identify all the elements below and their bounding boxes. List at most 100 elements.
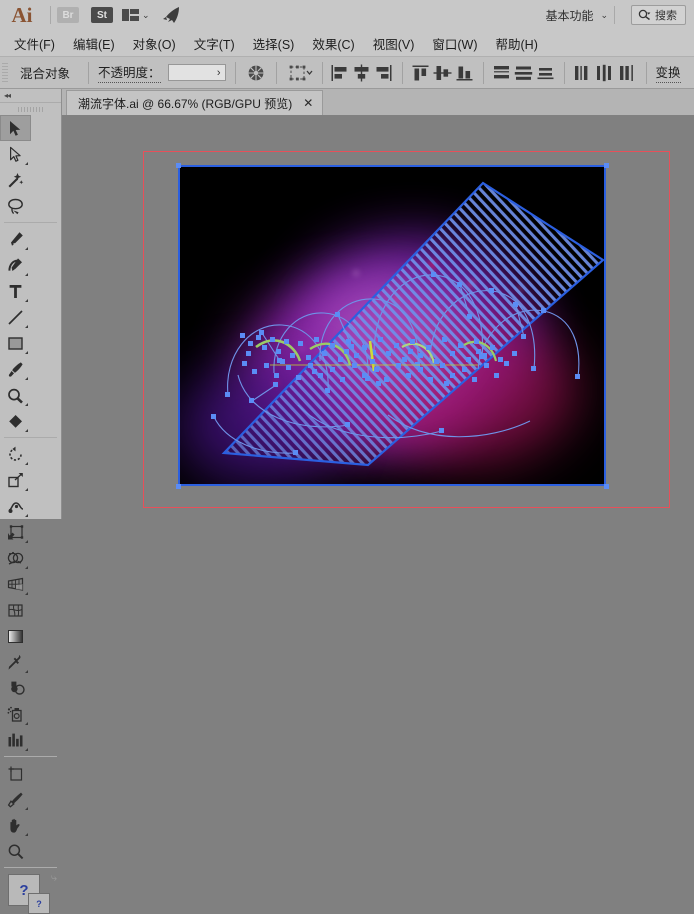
align-bottom-icon xyxy=(455,64,474,82)
search-input[interactable]: 搜索 xyxy=(631,5,686,25)
pen-nib-icon xyxy=(8,231,24,248)
bbox-handle-bottom-right[interactable] xyxy=(604,484,609,489)
line-segment-icon xyxy=(7,309,24,326)
align-bottom-button[interactable] xyxy=(454,61,476,85)
paintbrush-tool[interactable] xyxy=(0,356,31,382)
bridge-button[interactable]: Br xyxy=(57,7,79,23)
selection-tool[interactable] xyxy=(0,115,31,141)
collapse-panel-icon[interactable]: ◂◂ xyxy=(4,91,10,100)
recolor-artwork-button[interactable] xyxy=(245,61,267,85)
application-bar: Ai Br St ⌄ 基本功能 ⌄ xyxy=(0,0,694,31)
free-transform-tool[interactable] xyxy=(0,519,31,545)
perspective-grid-tool[interactable] xyxy=(0,571,31,597)
menu-view[interactable]: 视图(V) xyxy=(364,31,424,56)
workspace-label: 基本功能 xyxy=(545,7,593,24)
align-right-button[interactable] xyxy=(373,61,395,85)
align-right-icon xyxy=(374,64,393,82)
tools-group-transform xyxy=(0,441,61,753)
hand-tool[interactable] xyxy=(0,812,31,838)
eraser-tool[interactable] xyxy=(0,408,31,434)
scale-icon xyxy=(7,472,24,489)
tools-panel-grip[interactable] xyxy=(0,103,61,115)
distribute-top-button[interactable] xyxy=(491,61,513,85)
perspective-grid-icon xyxy=(7,576,24,593)
menu-help[interactable]: 帮助(H) xyxy=(487,31,547,56)
bbox-handle-bottom-left[interactable] xyxy=(176,484,181,489)
width-tool[interactable] xyxy=(0,493,31,519)
bbox-handle-top-left[interactable] xyxy=(176,163,181,168)
direct-selection-tool[interactable] xyxy=(0,141,31,167)
type-tool[interactable] xyxy=(0,278,31,304)
symbol-sprayer-tool[interactable] xyxy=(0,701,31,727)
artboard-icon xyxy=(7,765,24,782)
selection-edge-bottom xyxy=(178,484,606,486)
distribute-center-v-button[interactable] xyxy=(513,61,535,85)
line-segment-tool[interactable] xyxy=(0,304,31,330)
arrange-documents-button[interactable]: ⌄ xyxy=(122,9,150,21)
distribute-bottom-button[interactable] xyxy=(535,61,557,85)
search-text: 搜索 xyxy=(655,7,677,23)
distribute-right-icon xyxy=(617,64,636,82)
align-top-button[interactable] xyxy=(410,61,432,85)
opacity-input[interactable]: › xyxy=(168,64,226,81)
artwork-canvas[interactable] xyxy=(178,165,606,486)
column-graph-tool[interactable] xyxy=(0,727,31,753)
align-middle-v-button[interactable] xyxy=(432,61,454,85)
distribute-center-h-button[interactable] xyxy=(594,61,616,85)
menu-select[interactable]: 选择(S) xyxy=(244,31,304,56)
document-tab[interactable]: 潮流字体.ai @ 66.67% (RGB/GPU 预览) ✕ xyxy=(66,90,323,115)
divider xyxy=(88,62,89,84)
artboard-tool[interactable] xyxy=(0,760,31,786)
close-icon[interactable]: ✕ xyxy=(303,96,313,110)
stock-button[interactable]: St xyxy=(91,7,113,23)
stroke-swatch[interactable]: ? xyxy=(28,893,50,914)
blend-icon xyxy=(7,680,25,696)
chevron-right-icon[interactable]: › xyxy=(217,67,225,79)
control-bar-grip[interactable] xyxy=(2,63,8,83)
eyedropper-tool[interactable] xyxy=(0,649,31,675)
menu-edit[interactable]: 编辑(E) xyxy=(64,31,124,56)
selection-type-label: 混合对象 xyxy=(20,63,70,82)
shape-builder-icon xyxy=(7,550,24,567)
scale-tool[interactable] xyxy=(0,467,31,493)
shape-builder-tool[interactable] xyxy=(0,545,31,571)
divider xyxy=(4,437,57,438)
rotate-tool[interactable] xyxy=(0,441,31,467)
blend-tool[interactable] xyxy=(0,675,31,701)
swap-fill-stroke-icon[interactable]: ⤷ xyxy=(51,872,57,885)
chevron-down-icon: ⌄ xyxy=(142,10,150,21)
curvature-tool[interactable] xyxy=(0,252,31,278)
pen-tool[interactable] xyxy=(0,226,31,252)
document-canvas-area[interactable] xyxy=(62,115,694,519)
tools-group-navigate xyxy=(0,760,61,864)
align-center-h-button[interactable] xyxy=(351,61,373,85)
menu-effect[interactable]: 效果(C) xyxy=(303,31,363,56)
rectangle-tool[interactable] xyxy=(0,330,31,356)
distribute-left-button[interactable] xyxy=(572,61,594,85)
align-to-selection-icon xyxy=(288,64,314,82)
go-to-start-icon[interactable] xyxy=(162,6,182,24)
align-to-button[interactable] xyxy=(286,61,316,85)
divider xyxy=(614,6,615,24)
shaper-tool[interactable] xyxy=(0,382,31,408)
eraser-icon xyxy=(7,413,24,430)
gradient-tool[interactable] xyxy=(0,623,31,649)
paintbrush-icon xyxy=(7,361,24,378)
tools-panel-header[interactable]: ◂◂ xyxy=(0,89,61,103)
bbox-handle-top-right[interactable] xyxy=(604,163,609,168)
menu-file[interactable]: 文件(F) xyxy=(5,31,64,56)
slice-tool[interactable] xyxy=(0,786,31,812)
distribute-top-icon xyxy=(492,64,511,82)
magic-wand-tool[interactable] xyxy=(0,167,31,193)
transform-panel-button[interactable]: 变换 xyxy=(656,62,681,83)
zoom-tool[interactable] xyxy=(0,838,31,864)
align-left-button[interactable] xyxy=(329,61,351,85)
lasso-tool[interactable] xyxy=(0,193,31,219)
menu-type[interactable]: 文字(T) xyxy=(185,31,244,56)
distribute-right-button[interactable] xyxy=(616,61,638,85)
workspace-switcher[interactable]: 基本功能 ⌄ xyxy=(545,7,608,24)
distribute-left-icon xyxy=(573,64,592,82)
menu-object[interactable]: 对象(O) xyxy=(124,31,185,56)
mesh-tool[interactable] xyxy=(0,597,31,623)
menu-window[interactable]: 窗口(W) xyxy=(423,31,486,56)
